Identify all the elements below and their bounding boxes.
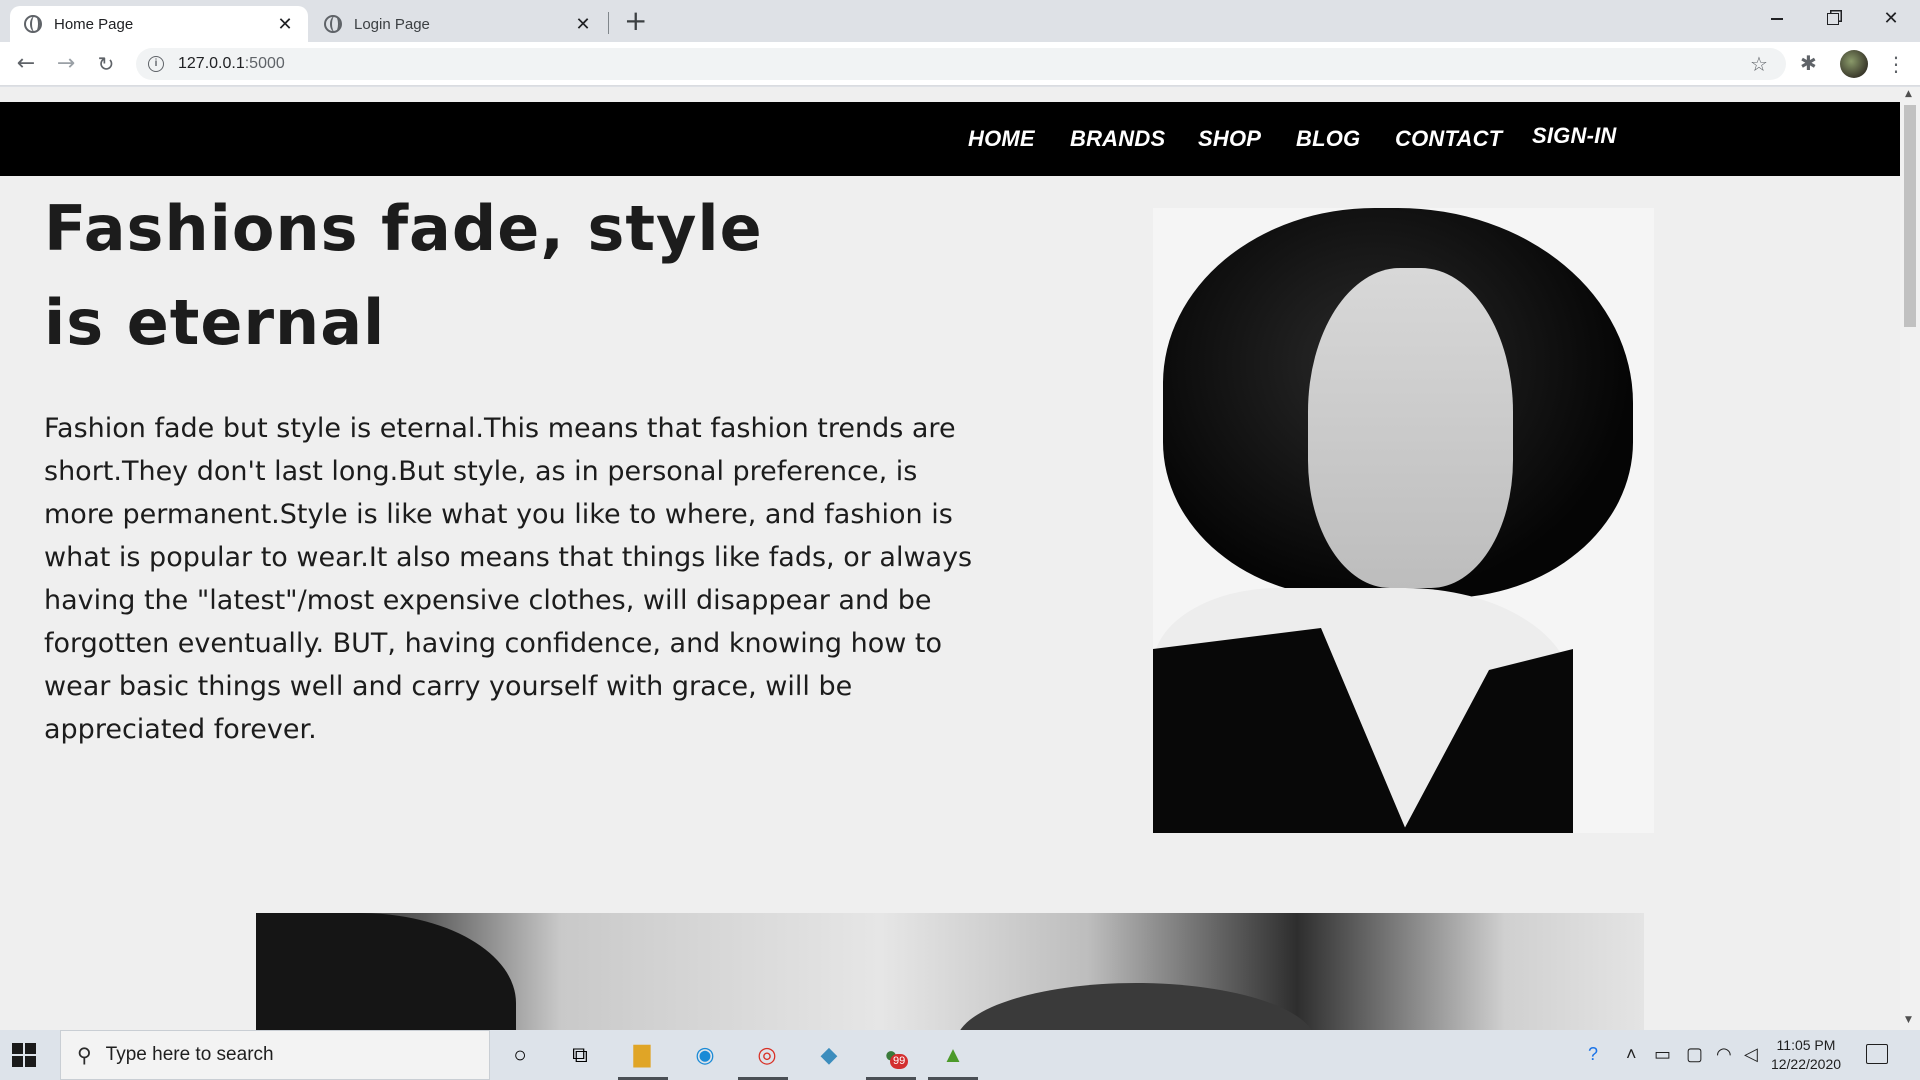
clock-date: 12/22/2020 [1770,1056,1842,1072]
tab-separator [608,12,609,34]
browser-menu-icon[interactable]: ⋮ [1886,50,1906,78]
address-bar[interactable]: i 127.0.0.1:5000 [136,48,1786,80]
app-icon[interactable]: ◆ [812,1038,846,1072]
banner-image [256,913,1644,1030]
cortana-icon[interactable]: ○ [503,1038,537,1072]
battery-icon[interactable]: ▭ [1654,1044,1671,1065]
tab-title: Login Page [354,15,430,33]
url-host: 127.0.0.1 [178,55,245,72]
nav-home[interactable]: HOME [968,126,1035,152]
taskbar-clock[interactable]: 11:05 PM 12/22/2020 [1768,1036,1844,1074]
globe-icon [324,15,342,33]
nav-brands[interactable]: BRANDS [1070,126,1165,152]
wifi-icon[interactable]: ◠ [1716,1044,1732,1065]
nav-contact[interactable]: CONTACT [1395,126,1502,152]
site-info-icon[interactable]: i [148,56,164,72]
page-scrollbar[interactable]: ▲ ▼ [1900,87,1920,1030]
nav-shop[interactable]: SHOP [1198,126,1261,152]
tab-title: Home Page [54,15,134,33]
nav-sign-in[interactable]: SIGN-IN [1532,123,1617,149]
scroll-up-icon[interactable]: ▲ [1905,89,1912,99]
tab-login-page[interactable]: Login Page ✕ [310,6,606,42]
chevron-up-icon[interactable]: ˄ [1626,1044,1637,1065]
close-tab-icon[interactable]: ✕ [574,14,592,35]
taskbar: ⚲ Type here to search ○ ⧉ ▇ ◉ ◎ ◆ ● 99 ▲… [0,1030,1920,1080]
help-icon[interactable]: ? [1588,1044,1598,1065]
profile-avatar[interactable] [1840,50,1868,78]
hero-paragraph: Fashion fade but style is eternal.This m… [44,413,973,745]
reload-button[interactable]: ↻ [92,50,120,78]
banner-shape [256,913,516,1030]
hero-title: Fashions fade, style is eternal [44,192,763,359]
minimize-icon [1771,18,1783,20]
chrome-icon[interactable]: ◎ [750,1038,784,1072]
device-icon[interactable]: ▢ [1686,1044,1703,1065]
back-button[interactable]: ← [12,50,40,78]
taskbar-search-input[interactable]: ⚲ Type here to search [60,1030,490,1080]
restore-button[interactable] [1805,2,1861,36]
notification-badge: 99 [890,1054,909,1069]
clock-time: 11:05 PM [1776,1037,1836,1053]
windows-start-icon[interactable] [12,1043,36,1067]
browser-tabstrip: Home Page ✕ Login Page ✕ + ✕ [0,0,1920,42]
app-icon[interactable]: ▲ [936,1038,970,1072]
browser-toolbar: ← → ↻ i 127.0.0.1:5000 ☆ ✱ ⋮ [0,42,1920,86]
task-view-icon[interactable]: ⧉ [563,1038,597,1072]
volume-icon[interactable]: ◁ [1744,1044,1758,1065]
bookmark-star-icon[interactable]: ☆ [1750,52,1768,76]
close-tab-icon[interactable]: ✕ [276,14,294,35]
edge-icon[interactable]: ◉ [688,1038,722,1072]
nav-blog[interactable]: BLOG [1296,126,1360,152]
search-placeholder: Type here to search [105,1044,274,1065]
close-window-button[interactable]: ✕ [1863,2,1919,36]
url-port: :5000 [244,55,285,72]
restore-icon [1827,13,1839,25]
site-navbar: HOME BRANDS SHOP BLOG CONTACT SIGN-IN [0,102,1900,176]
file-explorer-icon[interactable]: ▇ [625,1038,659,1072]
minimize-button[interactable] [1749,2,1805,36]
portrait-image [1153,208,1654,833]
tab-home-page[interactable]: Home Page ✕ [10,6,308,42]
scrollbar-thumb[interactable] [1904,105,1916,327]
banner-shape [956,983,1316,1030]
portrait-face-shape [1308,268,1513,588]
page-viewport: HOME BRANDS SHOP BLOG CONTACT SIGN-IN Fa… [0,87,1900,1030]
new-tab-button[interactable]: + [624,6,647,36]
extensions-icon[interactable]: ✱ [1800,51,1817,75]
globe-icon [24,15,42,33]
scroll-down-icon[interactable]: ▼ [1905,1015,1912,1025]
search-icon: ⚲ [77,1044,92,1067]
forward-button[interactable]: → [52,50,80,78]
notification-center-icon[interactable] [1866,1044,1888,1064]
